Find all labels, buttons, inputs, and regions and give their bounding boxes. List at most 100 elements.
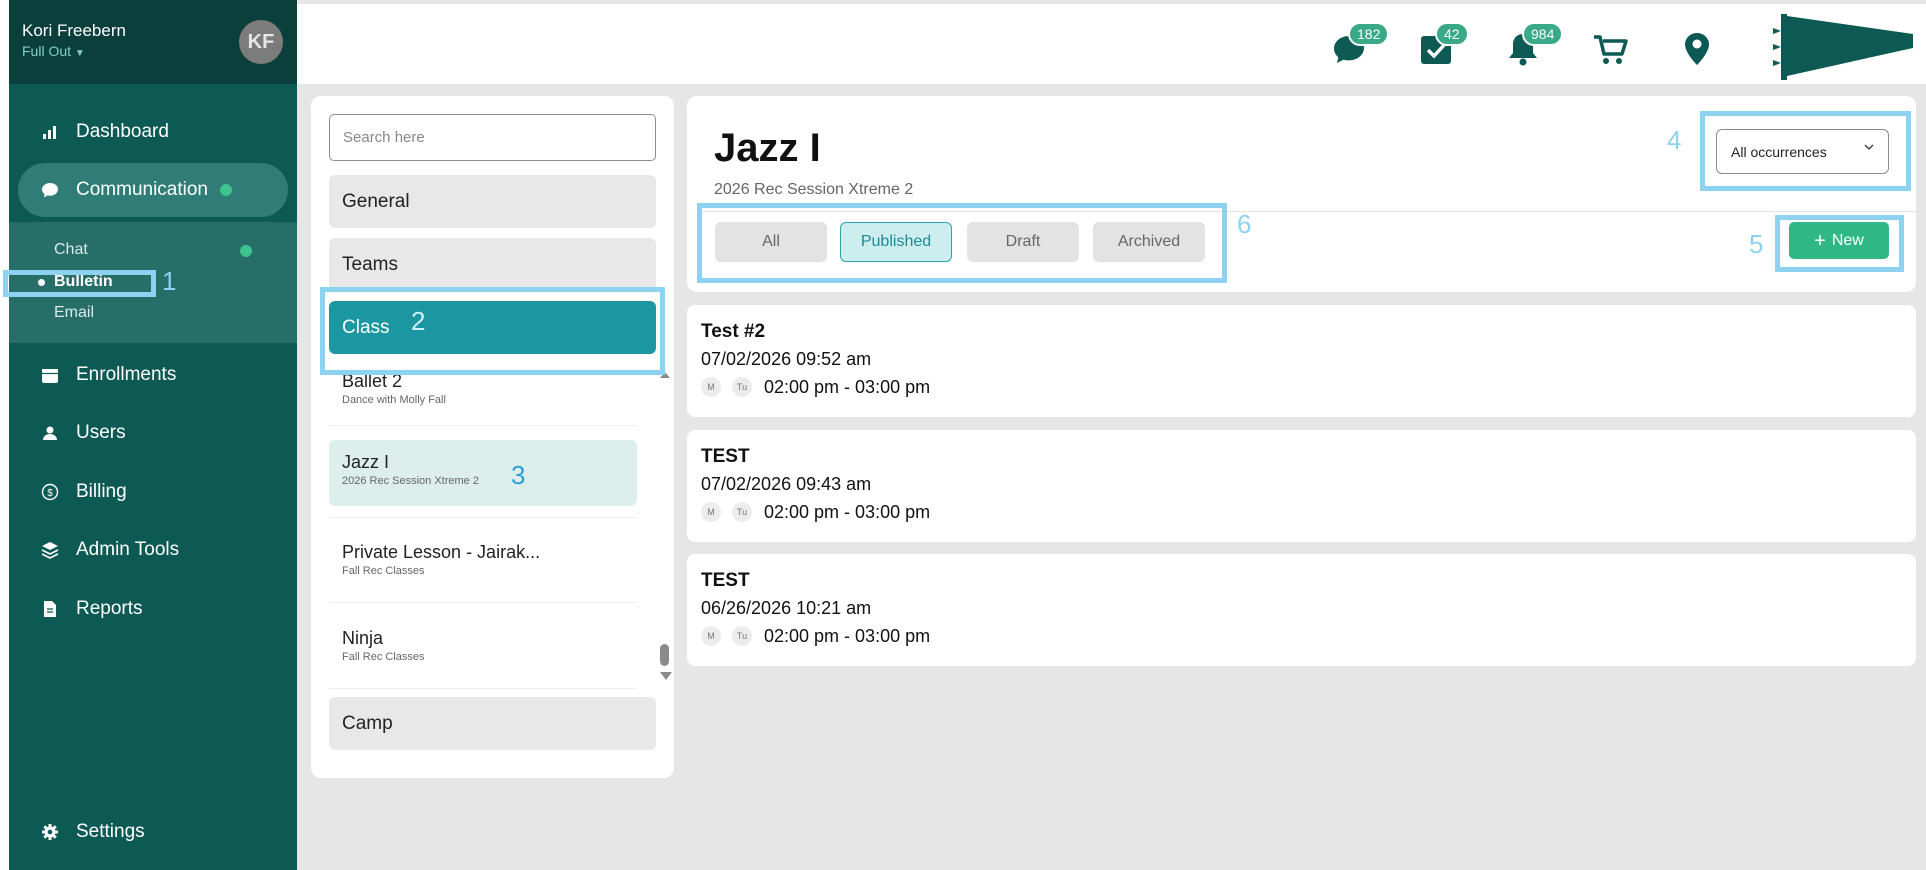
submenu-chat[interactable]: Chat bbox=[54, 241, 88, 259]
nav-billing[interactable]: $ Billing bbox=[18, 465, 288, 519]
fullout-logo[interactable] bbox=[1773, 14, 1915, 80]
org-switcher[interactable]: Full Out ▼ bbox=[22, 43, 85, 59]
submenu-email[interactable]: Email bbox=[54, 304, 94, 322]
post-title: TEST bbox=[701, 446, 750, 467]
class-item[interactable]: Ninja Fall Rec Classes bbox=[329, 616, 637, 682]
divider bbox=[329, 688, 637, 689]
cart-button[interactable] bbox=[1591, 30, 1629, 68]
day-badge: Tu bbox=[732, 626, 752, 646]
class-subtitle: 2026 Rec Session Xtreme 2 bbox=[342, 475, 479, 487]
bulletin-post-card[interactable]: TEST 06/26/2026 10:21 am M Tu 02:00 pm -… bbox=[687, 554, 1916, 666]
class-item-selected[interactable]: Jazz I 2026 Rec Session Xtreme 2 bbox=[329, 440, 637, 506]
annotation-box-6 bbox=[697, 203, 1227, 283]
gear-icon bbox=[40, 822, 60, 842]
post-time-range: 02:00 pm - 03:00 pm bbox=[764, 626, 931, 646]
class-subtitle: Fall Rec Classes bbox=[342, 565, 425, 577]
day-badge: M bbox=[701, 626, 721, 646]
class-subtitle: Fall Rec Classes bbox=[342, 651, 425, 663]
tasks-badge: 42 bbox=[1435, 22, 1469, 46]
post-date: 07/02/2026 09:43 am bbox=[701, 474, 872, 494]
class-item[interactable]: Private Lesson - Jairak... Fall Rec Clas… bbox=[329, 530, 637, 596]
annotation-number-2: 2 bbox=[411, 306, 426, 336]
nav-enrollments[interactable]: Enrollments bbox=[18, 348, 288, 402]
sidebar: Kori Freebern Full Out ▼ KF Dashboard Co… bbox=[0, 0, 297, 870]
post-title: Test #2 bbox=[701, 321, 766, 342]
annotation-number-4: 4 bbox=[1667, 125, 1682, 155]
user-name: Kori Freebern bbox=[22, 21, 126, 40]
annotation-box-4 bbox=[1700, 111, 1911, 191]
bar-chart-icon bbox=[40, 122, 60, 142]
scroll-thumb[interactable] bbox=[660, 644, 669, 666]
category-general[interactable]: General bbox=[329, 175, 656, 228]
search-input[interactable] bbox=[329, 114, 656, 161]
day-badge: M bbox=[701, 377, 721, 397]
pennant-icon bbox=[1773, 14, 1913, 80]
user-header: Kori Freebern Full Out ▼ KF bbox=[9, 0, 297, 84]
document-icon bbox=[40, 599, 60, 619]
tasks-button[interactable]: 42 bbox=[1417, 22, 1469, 68]
annotation-box-5 bbox=[1775, 215, 1904, 272]
divider bbox=[329, 517, 637, 518]
nav-users-label: Users bbox=[76, 422, 126, 443]
nav-communication-label: Communication bbox=[76, 179, 208, 200]
divider bbox=[329, 425, 637, 426]
nav-dashboard-label: Dashboard bbox=[76, 121, 169, 142]
annotation-number-5: 5 bbox=[1749, 229, 1764, 259]
layers-icon bbox=[40, 540, 60, 560]
post-title: TEST bbox=[701, 570, 750, 591]
nav-settings[interactable]: Settings bbox=[18, 805, 288, 859]
nav-reports-label: Reports bbox=[76, 598, 143, 619]
svg-text:$: $ bbox=[47, 488, 53, 499]
scroll-down-arrow-icon[interactable] bbox=[660, 672, 672, 680]
messages-badge: 182 bbox=[1348, 22, 1390, 46]
status-dot bbox=[220, 184, 232, 196]
post-date: 06/26/2026 10:21 am bbox=[701, 598, 872, 618]
annotation-box-2 bbox=[320, 287, 665, 375]
location-pin-icon bbox=[1685, 33, 1709, 65]
class-list-scrollbar[interactable] bbox=[659, 372, 672, 682]
location-button[interactable] bbox=[1678, 30, 1716, 68]
caret-down-icon[interactable]: ▼ bbox=[75, 48, 85, 59]
chat-status-dot bbox=[240, 245, 252, 257]
dollar-circle-icon: $ bbox=[40, 482, 60, 502]
nav-billing-label: Billing bbox=[76, 481, 127, 502]
category-camp[interactable]: Camp bbox=[329, 697, 656, 750]
user-icon bbox=[40, 423, 60, 443]
nav-communication[interactable]: Communication bbox=[18, 163, 288, 217]
cart-icon bbox=[1594, 35, 1628, 64]
nav-enrollments-label: Enrollments bbox=[76, 364, 177, 385]
nav-admin-tools[interactable]: Admin Tools bbox=[18, 523, 288, 577]
messages-button[interactable]: 182 bbox=[1330, 22, 1390, 68]
annotation-number-3: 3 bbox=[511, 460, 526, 490]
bulletin-post-card[interactable]: Test #2 07/02/2026 09:52 am M Tu 02:00 p… bbox=[687, 305, 1916, 417]
nav-reports[interactable]: Reports bbox=[18, 582, 288, 636]
bulletin-post-card[interactable]: TEST 07/02/2026 09:43 am M Tu 02:00 pm -… bbox=[687, 430, 1916, 542]
page-subtitle: 2026 Rec Session Xtreme 2 bbox=[714, 181, 914, 198]
day-badge: M bbox=[701, 502, 721, 522]
top-bar: 182 42 984 bbox=[297, 0, 1926, 84]
class-subtitle: Dance with Molly Fall bbox=[342, 394, 446, 406]
nav-users[interactable]: Users bbox=[18, 406, 288, 460]
notifications-button[interactable]: 984 bbox=[1504, 22, 1564, 68]
class-name: Private Lesson - Jairak... bbox=[342, 542, 541, 562]
day-badge: Tu bbox=[732, 502, 752, 522]
annotation-box-1 bbox=[3, 270, 156, 297]
post-time-range: 02:00 pm - 03:00 pm bbox=[764, 377, 931, 397]
nav-dashboard[interactable]: Dashboard bbox=[18, 105, 288, 159]
page-title: Jazz I bbox=[714, 126, 821, 170]
nav-admin-tools-label: Admin Tools bbox=[76, 539, 180, 560]
nav-settings-label: Settings bbox=[76, 821, 145, 842]
notifications-badge: 984 bbox=[1522, 22, 1564, 46]
post-date: 07/02/2026 09:52 am bbox=[701, 349, 872, 369]
org-name[interactable]: Full Out bbox=[22, 43, 71, 59]
avatar[interactable]: KF bbox=[239, 20, 283, 64]
annotation-number-1: 1 bbox=[162, 266, 177, 296]
class-name: Ninja bbox=[342, 628, 384, 648]
category-teams[interactable]: Teams bbox=[329, 238, 656, 291]
class-name: Jazz I bbox=[342, 452, 390, 472]
calendar-icon bbox=[40, 365, 60, 385]
divider bbox=[329, 602, 637, 603]
day-badge: Tu bbox=[732, 377, 752, 397]
post-time-range: 02:00 pm - 03:00 pm bbox=[764, 502, 931, 522]
chat-bubble-icon bbox=[40, 180, 60, 200]
